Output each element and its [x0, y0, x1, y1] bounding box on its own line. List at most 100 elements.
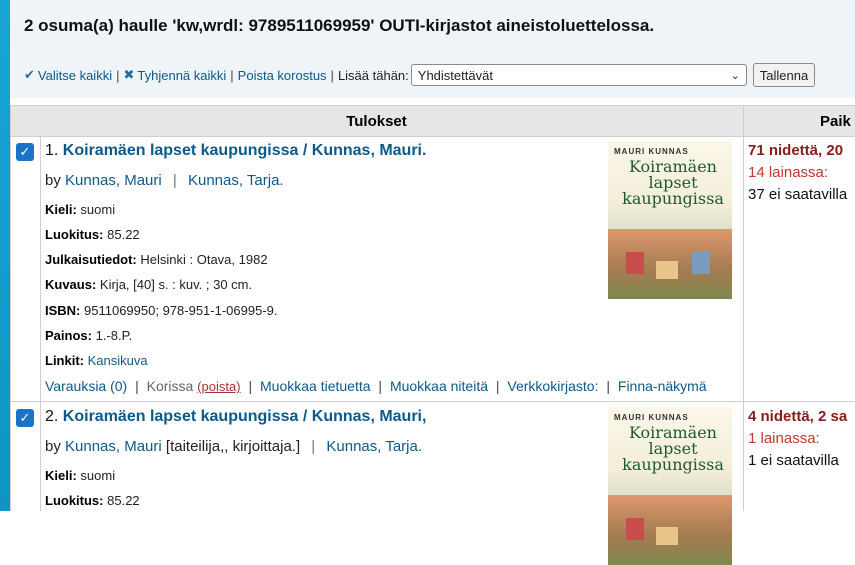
- availability-total-text: 4 nidettä, 2 sa: [748, 408, 848, 425]
- cover-image-link[interactable]: Kansikuva: [88, 353, 148, 368]
- author-link[interactable]: Kunnas, Mauri: [65, 438, 162, 455]
- field-label: Kieli:: [45, 202, 77, 217]
- availability-total-text: 71 nidettä, 20: [748, 142, 844, 159]
- description-field: Kuvaus: Kirja, [40] s. : kuv. ; 30 cm.: [45, 277, 252, 292]
- result-title-line: 1. Koiramäen lapset kaupungissa / Kunnas…: [45, 142, 426, 160]
- result-title-link[interactable]: Koiramäen lapset kaupungissa / Kunnas, M…: [63, 408, 427, 425]
- field-label: Painos:: [45, 328, 92, 343]
- cover-illustration: [656, 261, 678, 279]
- unavailable-text: 37 ei saatavilla: [748, 186, 848, 203]
- edition-field: Painos: 1.-8.P.: [45, 328, 132, 343]
- on-loan-text: 14 lainassa:: [748, 164, 829, 181]
- search-summary: 2 osuma(a) haulle 'kw,wrdl: 978951106995…: [24, 16, 655, 35]
- web-library-link[interactable]: Verkkokirjasto:: [507, 378, 598, 394]
- separator: |: [495, 378, 500, 394]
- by-prefix: by: [45, 438, 61, 455]
- isbn-field: ISBN: 9511069950; 978-951-1-06995-9.: [45, 303, 278, 318]
- remove-highlight-link[interactable]: Poista korostus: [238, 68, 327, 83]
- language-field: Kieli: suomi: [45, 468, 115, 483]
- cover-title-text: Koiramäen lapset kaupungissa: [622, 157, 724, 208]
- separator: |: [135, 378, 139, 394]
- result-row: ✓ 2. Koiramäen lapset kaupungissa / Kunn…: [10, 402, 855, 565]
- location-column-header: Paik: [820, 112, 851, 130]
- availability-on-loan: 14 lainassa:: [748, 164, 828, 181]
- book-cover-image[interactable]: MAURI KUNNAS Koiramäen lapset kaupungiss…: [608, 407, 732, 565]
- separator: |: [606, 378, 610, 394]
- cover-author-text: MAURI KUNNAS: [614, 147, 689, 156]
- classification-field: Luokitus: 85.22: [45, 493, 140, 508]
- author-link[interactable]: Kunnas, Tarja.: [188, 172, 284, 189]
- author-link[interactable]: Kunnas, Mauri: [65, 172, 162, 189]
- classification-field: Luokitus: 85.22: [45, 227, 140, 242]
- add-to-select[interactable]: Yhdistettävät ⌄: [410, 64, 747, 86]
- add-to-selected-value: Yhdistettävät: [417, 67, 493, 83]
- separator: |: [230, 67, 234, 83]
- select-all-link[interactable]: Valitse kaikki: [38, 68, 112, 83]
- results-table: Tulokset Paik ✓ 1. Koiramäen lapset kaup…: [10, 105, 855, 565]
- results-column-header: Tulokset: [346, 112, 407, 130]
- unavailable-text: 1 ei saatavilla: [748, 452, 839, 469]
- field-label: Linkit:: [45, 353, 84, 368]
- book-cover-image[interactable]: MAURI KUNNAS Koiramäen lapset kaupungiss…: [608, 141, 732, 299]
- finna-view-link[interactable]: Finna-näkymä: [618, 378, 707, 394]
- remove-from-cart-link[interactable]: (poista): [197, 379, 240, 394]
- field-value: Kirja, [40] s. : kuv. ; 30 cm.: [99, 277, 253, 292]
- result-authors: by Kunnas, Mauri | Kunnas, Tarja.: [45, 172, 284, 189]
- result-title-line: 2. Koiramäen lapset kaupungissa / Kunnas…: [45, 408, 426, 426]
- result-actions: Varauksia (0) | Korissa (poista) | Muokk…: [45, 378, 707, 394]
- field-label: Julkaisutiedot:: [45, 252, 137, 267]
- check-icon: ✔: [24, 67, 35, 82]
- table-header-row: Tulokset Paik: [10, 105, 855, 137]
- result-row: ✓ 1. Koiramäen lapset kaupungissa / Kunn…: [10, 136, 855, 401]
- links-field: Linkit: Kansikuva: [45, 353, 148, 368]
- x-icon: ✖: [123, 67, 135, 82]
- availability-total: 71 nidettä, 20: [748, 142, 843, 159]
- field-label: ISBN:: [45, 303, 81, 318]
- availability-unavailable: 1 ei saatavilla: [748, 452, 839, 469]
- separator: |: [330, 67, 334, 83]
- cover-illustration: [656, 527, 678, 545]
- author-separator: |: [172, 172, 177, 189]
- edit-record-link[interactable]: Muokkaa tietuetta: [260, 378, 371, 394]
- field-value: 85.22: [107, 227, 140, 242]
- author-link[interactable]: Kunnas, Tarja.: [326, 438, 422, 455]
- publication-field: Julkaisutiedot: Helsinki : Otava, 1982: [45, 252, 268, 267]
- on-loan-text: 1 lainassa:: [748, 430, 820, 447]
- result-number: 2.: [45, 408, 59, 425]
- results-toolbar: ✔ Valitse kaikki | ✖ Tyhjennä kaikki | P…: [24, 62, 816, 88]
- cover-illustration: [626, 252, 644, 274]
- result-number: 1.: [45, 142, 59, 159]
- availability-on-loan: 1 lainassa:: [748, 430, 820, 447]
- holds-link[interactable]: Varauksia (0): [45, 378, 127, 394]
- clear-all-link[interactable]: Tyhjennä kaikki: [137, 68, 226, 83]
- separator: |: [378, 378, 383, 394]
- cover-title-text: Koiramäen lapset kaupungissa: [622, 423, 724, 474]
- result-title-link[interactable]: Koiramäen lapset kaupungissa / Kunnas, M…: [63, 142, 427, 159]
- availability-unavailable: 37 ei saatavilla: [748, 186, 847, 203]
- language-field: Kieli: suomi: [45, 202, 115, 217]
- result-authors: by Kunnas, Mauri [taiteilija,, kirjoitta…: [45, 438, 422, 455]
- field-label: Luokitus:: [45, 227, 104, 242]
- field-label: Luokitus:: [45, 493, 104, 508]
- separator: |: [248, 378, 253, 394]
- availability-total: 4 nidettä, 2 sa: [748, 408, 847, 425]
- field-value: 1.-8.P.: [95, 328, 133, 343]
- checkbox-checked-icon[interactable]: ✓: [16, 409, 34, 427]
- in-cart-label: Korissa: [146, 378, 194, 394]
- author-separator: |: [311, 438, 316, 455]
- add-to-label: Lisää tähän:: [337, 67, 409, 83]
- field-label: Kuvaus:: [45, 277, 97, 292]
- separator: |: [116, 67, 120, 83]
- author-role: [taiteilija,, kirjoittaja.]: [165, 438, 301, 455]
- save-button[interactable]: Tallenna: [752, 63, 816, 87]
- checkbox-checked-icon[interactable]: ✓: [16, 143, 34, 161]
- cover-illustration: [692, 252, 710, 274]
- by-prefix: by: [45, 172, 61, 189]
- field-value: suomi: [80, 468, 116, 483]
- edit-items-link[interactable]: Muokkaa niteitä: [390, 378, 488, 394]
- left-accent-bar: [0, 0, 10, 511]
- cover-illustration: [626, 518, 644, 540]
- field-label: Kieli:: [45, 468, 77, 483]
- field-value: 85.22: [107, 493, 140, 508]
- field-value: Helsinki : Otava, 1982: [140, 252, 268, 267]
